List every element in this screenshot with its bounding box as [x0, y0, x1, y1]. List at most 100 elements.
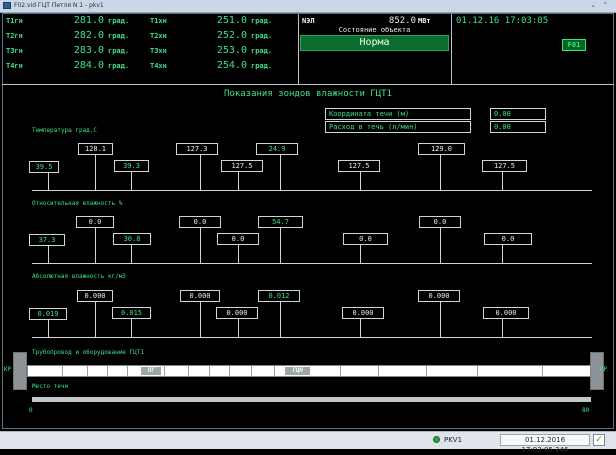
param-value: 283.0 — [73, 45, 104, 56]
param-tag: T2хн — [150, 32, 167, 40]
probe-stem — [131, 245, 132, 263]
param-value: 254.0 — [216, 60, 247, 71]
pipe-segment — [477, 366, 478, 376]
pipe-segment — [209, 366, 210, 376]
temperature-probe-9: 127.5 — [482, 160, 527, 172]
leak-scale-max: 80 — [582, 407, 590, 414]
header-sep-2 — [451, 14, 452, 84]
pipeline-right-end-label: КР — [600, 366, 608, 373]
probe-stem — [95, 155, 96, 190]
abs-humidity-probe-4: 0.000 — [180, 290, 220, 302]
param-tag: T4гн — [6, 62, 23, 70]
probe-stem — [440, 302, 441, 337]
param-value: 252.0 — [216, 30, 247, 41]
minimize-icon[interactable]: ⌄ — [588, 1, 598, 10]
param-tag: T3хн — [150, 47, 167, 55]
header-sep-1 — [298, 14, 299, 84]
probe-stem — [502, 245, 503, 263]
power-value: 852.0 — [388, 16, 416, 26]
page-title: Показания зондов влажности ГЦТ1 — [224, 89, 392, 99]
temperature-probe-7: 127.5 — [338, 160, 380, 172]
param-unit: град. — [108, 62, 130, 70]
param-unit: град. — [108, 47, 130, 55]
probe-stem — [440, 155, 441, 190]
probe-stem — [48, 320, 49, 337]
param-tag: T1хн — [150, 17, 167, 25]
abs-humidity-probe-2: 0.000 — [77, 290, 113, 302]
probe-stem — [200, 228, 201, 263]
probe-stem — [95, 302, 96, 337]
param-tag: T4хн — [150, 62, 167, 70]
abs-humidity-probe-5: 0.000 — [216, 307, 258, 319]
rel-humidity-probe-8: 0.0 — [419, 216, 461, 228]
abs-humidity-probe-1: 0.019 — [29, 308, 67, 320]
header-datetime: 01.12.16 17:03:05 — [456, 16, 549, 26]
steam-generator-tag[interactable]: ПГ — [141, 367, 161, 375]
pipe-segment — [274, 366, 275, 376]
probe-stem — [360, 172, 361, 190]
pipe-segment — [188, 366, 189, 376]
pipeline-left-end — [13, 352, 27, 390]
temperature-probe-1: 39.5 — [29, 161, 59, 173]
rel-humidity-probe-1: 37.3 — [29, 234, 65, 246]
absolute-humidity-baseline — [32, 337, 592, 338]
pipe-segment — [164, 366, 165, 376]
pipeline-bar: ПГ ГЦН — [27, 365, 591, 377]
probe-stem — [280, 302, 281, 337]
leak-location-label: Место течи — [32, 383, 69, 390]
param-value: 284.0 — [73, 60, 104, 71]
temperature-probe-5: 127.5 — [221, 160, 263, 172]
temperature-probe-2: 128.1 — [78, 143, 113, 155]
leak-location-bar — [32, 397, 591, 402]
param-tag: T2гн — [6, 32, 23, 40]
screen-code-button[interactable]: F01 — [562, 39, 586, 51]
pipe-segment — [378, 366, 379, 376]
check-icon[interactable]: ✓ — [593, 434, 605, 446]
abs-humidity-probe-8: 0.000 — [418, 290, 460, 302]
leak-scale-min: 0 — [29, 407, 33, 414]
param-unit: град. — [251, 32, 273, 40]
node-name: PKV1 — [444, 436, 463, 444]
object-state-indicator: Норма — [300, 35, 449, 51]
param-value: 282.0 — [73, 30, 104, 41]
pipe-segment — [251, 366, 252, 376]
app-icon — [3, 2, 11, 9]
pipe-segment — [107, 366, 108, 376]
pipe-segment — [340, 366, 341, 376]
param-unit: град. — [251, 47, 273, 55]
probe-stem — [238, 172, 239, 190]
relative-humidity-baseline — [32, 263, 592, 264]
param-unit: град. — [251, 17, 273, 25]
rel-humidity-probe-2: 0.0 — [76, 216, 114, 228]
pipe-segment — [87, 366, 88, 376]
leak-coordinate-value: 0.00 — [490, 108, 546, 120]
probe-stem — [360, 245, 361, 263]
probe-stem — [238, 245, 239, 263]
temperature-probe-3: 39.3 — [114, 160, 149, 172]
pump-tag[interactable]: ГЦН — [285, 367, 310, 375]
param-value: 253.0 — [216, 45, 247, 56]
pipe-segment — [127, 366, 128, 376]
abs-humidity-probe-3: 0.015 — [112, 307, 151, 319]
probe-stem — [48, 173, 49, 190]
window-title: F02.vid ГЦТ Петля N 1 - pkv1 — [14, 2, 104, 9]
probe-stem — [440, 228, 441, 263]
rel-humidity-probe-5: 0.0 — [217, 233, 259, 245]
abs-humidity-probe-6: 0.012 — [258, 290, 300, 302]
temperature-baseline — [32, 190, 592, 191]
relative-humidity-label: Относительная влажность % — [32, 200, 123, 207]
pipeline-left-end-label: КР — [4, 366, 12, 373]
rel-humidity-probe-7: 0.0 — [343, 233, 388, 245]
param-tag: T3гн — [6, 47, 23, 55]
probe-stem — [502, 172, 503, 190]
param-value: 281.0 — [73, 15, 104, 26]
probe-stem — [280, 228, 281, 263]
param-tag: T1гн — [6, 17, 23, 25]
probe-stem — [502, 319, 503, 337]
power-label: NЭЛ — [302, 17, 315, 25]
leak-coordinate-label: Координата течи (м) — [325, 108, 471, 120]
close-icon[interactable]: ⌃ — [600, 1, 610, 10]
rel-humidity-probe-9: 0.0 — [484, 233, 532, 245]
probe-stem — [360, 319, 361, 337]
param-unit: град. — [108, 17, 130, 25]
